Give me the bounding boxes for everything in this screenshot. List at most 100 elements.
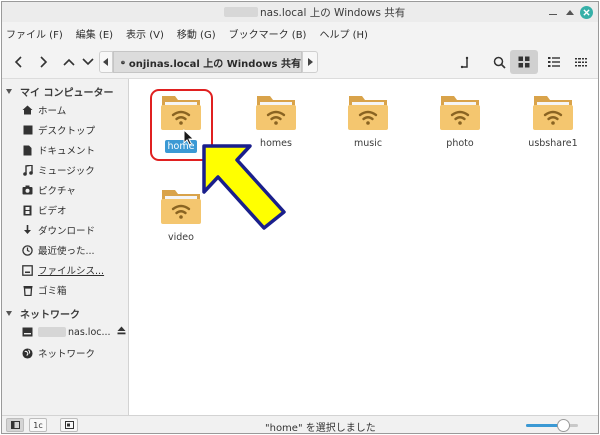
expander-down-icon bbox=[6, 311, 12, 316]
chevron-left-icon bbox=[14, 56, 22, 68]
forward-button[interactable] bbox=[32, 50, 54, 74]
trash-icon bbox=[22, 285, 33, 296]
folder-music[interactable]: music bbox=[330, 93, 406, 173]
menu-file[interactable]: ファイル (F) bbox=[6, 26, 63, 41]
location-label: onjinas.local 上の Windows 共有 bbox=[128, 58, 301, 70]
compact-view-button[interactable] bbox=[570, 50, 592, 74]
hide-sidebar-button[interactable] bbox=[60, 418, 78, 432]
camera-icon bbox=[22, 185, 33, 196]
menu-view[interactable]: 表示 (V) bbox=[126, 26, 164, 41]
search-button[interactable] bbox=[488, 50, 510, 74]
desktop-icon bbox=[22, 125, 33, 136]
file-manager-window: nas.local 上の Windows 共有 ファイル (F) 編集 (E) … bbox=[1, 1, 599, 434]
drive-icon bbox=[22, 264, 33, 276]
sidebar-icon bbox=[10, 421, 20, 429]
back-button[interactable] bbox=[8, 50, 30, 74]
sidebar-item-label: ネットワーク bbox=[38, 349, 96, 360]
document-icon bbox=[22, 145, 33, 156]
sidebar-item-label: ミュージック bbox=[38, 166, 95, 177]
minimize-button[interactable] bbox=[546, 6, 559, 19]
triangle-left-icon bbox=[103, 58, 108, 66]
redacted-host bbox=[38, 327, 66, 337]
treeview-label: 1c bbox=[33, 420, 43, 430]
redacted-host bbox=[224, 7, 258, 17]
sidebar-item-label: ゴミ箱 bbox=[38, 286, 67, 297]
sidebar-item-label: ドキュメント bbox=[38, 146, 96, 157]
menu-go[interactable]: 移動 (G) bbox=[177, 26, 216, 41]
grid-icon bbox=[518, 56, 530, 68]
sidebar-item-downloads[interactable]: ダウンロード bbox=[22, 223, 95, 237]
sidebar-section-computer[interactable]: マイ コンピューター bbox=[6, 84, 113, 99]
sidebar-item-pictures[interactable]: ピクチャ bbox=[22, 183, 76, 197]
folder-usbshare1[interactable]: usbshare1 bbox=[515, 93, 591, 173]
network-folder-icon bbox=[256, 96, 296, 130]
mouse-cursor-icon bbox=[183, 129, 195, 146]
sidebar-item-label: 最近使った... bbox=[38, 246, 95, 257]
sidebar-item-videos[interactable]: ビデオ bbox=[22, 203, 67, 217]
sidebar-item-label: デスクトップ bbox=[38, 126, 96, 137]
sidebar-item-desktop[interactable]: デスクトップ bbox=[22, 123, 95, 137]
search-icon bbox=[493, 56, 506, 69]
section-label: マイ コンピューター bbox=[20, 88, 114, 99]
chevron-down-icon bbox=[82, 58, 94, 66]
list-view-button[interactable] bbox=[543, 50, 565, 74]
connect-icon bbox=[460, 56, 469, 69]
sidebar-item-network[interactable]: ネットワーク bbox=[22, 346, 95, 360]
breadcrumb-scroll-left[interactable] bbox=[99, 51, 113, 73]
folder-photo[interactable]: photo bbox=[422, 93, 498, 173]
window-title: nas.local 上の Windows 共有 bbox=[260, 7, 406, 19]
sidebar-item-recent[interactable]: 最近使った... bbox=[22, 243, 95, 257]
breadcrumb-location[interactable]: onjinas.local 上の Windows 共有 bbox=[113, 51, 302, 73]
icon-view-button[interactable] bbox=[510, 50, 538, 74]
music-note-icon bbox=[22, 164, 33, 176]
sidebar-item-documents[interactable]: ドキュメント bbox=[22, 143, 95, 157]
toggle-sidebar-button[interactable] bbox=[6, 418, 24, 432]
status-message: "home" を選択しました bbox=[265, 423, 376, 434]
minimize-icon bbox=[548, 13, 557, 16]
menu-help[interactable]: ヘルプ (H) bbox=[319, 26, 368, 41]
sidebar-section-network[interactable]: ネットワーク bbox=[6, 306, 80, 321]
maximize-button[interactable] bbox=[563, 6, 576, 19]
expander-down-icon bbox=[6, 89, 12, 94]
folder-label: music bbox=[353, 138, 383, 149]
compact-list-icon bbox=[575, 58, 587, 67]
network-drive-icon bbox=[22, 327, 33, 338]
chevron-up-icon bbox=[63, 58, 75, 66]
zoom-slider[interactable] bbox=[526, 419, 578, 432]
close-icon bbox=[583, 9, 590, 16]
close-button[interactable] bbox=[580, 6, 593, 19]
down-button[interactable] bbox=[77, 50, 99, 74]
maximize-icon bbox=[565, 10, 574, 15]
list-icon bbox=[548, 57, 560, 67]
breadcrumb-scroll-right[interactable] bbox=[302, 51, 318, 73]
file-view: home homes music photo usbshare1 video bbox=[130, 79, 598, 415]
home-icon bbox=[22, 105, 33, 116]
folder-label: video bbox=[168, 232, 194, 243]
network-folder-icon bbox=[533, 96, 573, 130]
network-folder-icon bbox=[348, 96, 388, 130]
globe-icon bbox=[121, 60, 125, 64]
connect-server-button[interactable] bbox=[454, 50, 478, 74]
triangle-right-icon bbox=[308, 58, 313, 66]
folder-label: usbshare1 bbox=[528, 138, 578, 149]
treeview-button[interactable]: 1c bbox=[29, 418, 47, 432]
menu-edit[interactable]: 編集 (E) bbox=[76, 26, 113, 41]
eject-icon[interactable] bbox=[117, 326, 126, 338]
zoom-handle[interactable] bbox=[557, 419, 571, 432]
title-bar: nas.local 上の Windows 共有 bbox=[2, 2, 598, 22]
sidebar-item-trash[interactable]: ゴミ箱 bbox=[22, 283, 67, 297]
sidebar-item-filesystem[interactable]: ファイルシス... bbox=[22, 263, 104, 277]
sidebar-item-music[interactable]: ミュージック bbox=[22, 163, 95, 177]
film-icon bbox=[22, 205, 33, 216]
sidebar-item-home[interactable]: ホーム bbox=[22, 103, 66, 117]
network-folder-icon bbox=[440, 96, 480, 130]
section-label: ネットワーク bbox=[20, 310, 80, 321]
sidebar-item-label: ダウンロード bbox=[38, 226, 96, 237]
sidebar: マイ コンピューター ホーム デスクトップ ドキュメント ミュージック ピクチャ… bbox=[2, 79, 129, 415]
menu-bookmarks[interactable]: ブックマーク (B) bbox=[229, 26, 307, 41]
folder-label: photo bbox=[446, 138, 474, 149]
sidebar-item-label: ホーム bbox=[38, 106, 67, 117]
sidebar-item-nas[interactable]: nas.loc... bbox=[22, 326, 126, 338]
menu-bar: ファイル (F) 編集 (E) 表示 (V) 移動 (G) ブックマーク (B)… bbox=[2, 22, 598, 44]
globe-icon bbox=[22, 347, 33, 359]
